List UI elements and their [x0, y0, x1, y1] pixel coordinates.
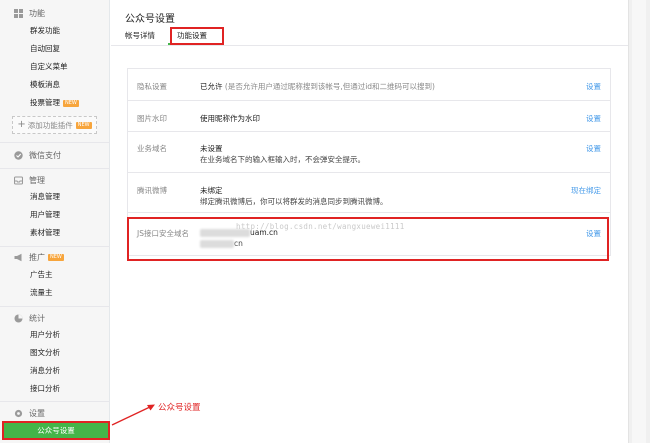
settings-row-business-domain: 业务域名 未设置 在业务域名下的输入框输入时，不会弹安全提示。 设置	[128, 132, 610, 173]
section-settings: 设置	[0, 404, 110, 422]
megaphone-icon	[14, 253, 23, 262]
scrollbar-thumb[interactable]	[632, 0, 646, 443]
settings-row-tencent-weibo: 腾讯微博 未绑定 绑定腾讯微博后，你可以将群发的消息同步到腾讯微博。 现在绑定	[128, 173, 610, 213]
gear-icon	[14, 409, 23, 418]
annotation-label: 公众号设置	[158, 403, 201, 413]
add-plugin-button[interactable]: + 添加功能插件 NEW	[12, 116, 97, 134]
new-badge: NEW	[63, 99, 79, 107]
section-wechat-pay-title: 微信支付	[29, 150, 61, 160]
business-domain-settings-link[interactable]: 设置	[586, 143, 601, 154]
row-value: 未绑定	[200, 186, 223, 195]
section-promote-title: 推广	[29, 252, 45, 262]
add-plugin-label: 添加功能插件	[27, 120, 73, 130]
sidebar-item-template-msg[interactable]: 模板消息	[30, 77, 60, 93]
section-stats-title: 统计	[29, 313, 45, 323]
row-label: 图片水印	[137, 114, 167, 123]
watermark-settings-link[interactable]: 设置	[586, 113, 601, 124]
inbox-icon	[14, 175, 23, 185]
section-settings-title: 设置	[29, 408, 45, 418]
sidebar-item-mass-send[interactable]: 群发功能	[30, 23, 60, 39]
sidebar-item-message-analysis[interactable]: 消息分析	[30, 363, 60, 379]
row-label: 业务域名	[137, 144, 167, 153]
section-manage: 管理	[0, 171, 110, 189]
tab-account-details[interactable]: 帐号详情	[125, 30, 155, 41]
sidebar-item-vote-label: 投票管理	[30, 98, 60, 107]
page-title: 公众号设置	[125, 14, 175, 25]
sidebar-item-advertiser[interactable]: 广告主	[30, 267, 53, 283]
annotation-highlight-box	[127, 217, 609, 261]
section-features: 功能	[0, 4, 110, 22]
pay-icon	[14, 150, 23, 160]
settings-row-privacy: 隐私设置 已允许 (是否允许用户通过昵称搜到该帐号,但通过id和二维码可以搜到)…	[128, 69, 610, 101]
annotation-highlight-box	[170, 27, 224, 45]
sidebar-item-users[interactable]: 用户管理	[30, 207, 60, 223]
pie-chart-icon	[14, 314, 23, 323]
divider	[0, 142, 110, 143]
row-value: 使用昵称作为水印	[200, 114, 260, 123]
sidebar-item-account-settings[interactable]: 公众号设置	[2, 421, 110, 440]
sidebar-item-auto-reply[interactable]: 自动回复	[30, 41, 60, 57]
row-label: 腾讯微博	[137, 186, 167, 195]
section-wechat-pay[interactable]: 微信支付	[0, 146, 110, 164]
row-sub: 在业务域名下的输入框输入时，不会弹安全提示。	[200, 155, 365, 164]
sidebar-item-vote[interactable]: 投票管理 NEW	[30, 95, 79, 111]
grid-icon	[14, 8, 23, 18]
new-badge: NEW	[75, 121, 92, 129]
row-value-desc: (是否允许用户通过昵称搜到该帐号,但通过id和二维码可以搜到)	[224, 82, 435, 91]
privacy-settings-link[interactable]: 设置	[586, 81, 601, 92]
sidebar-item-materials[interactable]: 素材管理	[30, 225, 60, 241]
section-stats: 统计	[0, 309, 110, 327]
section-features-title: 功能	[29, 8, 45, 18]
tabs-divider	[111, 45, 628, 46]
divider	[0, 168, 110, 169]
row-value: 未设置	[200, 144, 223, 153]
divider	[0, 246, 110, 247]
sidebar-item-api-analysis[interactable]: 接口分析	[30, 381, 60, 397]
section-promote: 推广 NEW	[0, 248, 110, 266]
divider	[0, 306, 110, 307]
row-label: 隐私设置	[137, 82, 167, 91]
sidebar: 功能 群发功能 自动回复 自定义菜单 模板消息 投票管理 NEW + 添加功能插件…	[0, 0, 110, 443]
sidebar-item-user-analysis[interactable]: 用户分析	[30, 327, 60, 343]
new-badge: NEW	[48, 253, 64, 261]
divider	[0, 401, 110, 402]
row-sub: 绑定腾讯微博后，你可以将群发的消息同步到腾讯微博。	[200, 197, 388, 206]
row-value-text: 已允许	[200, 82, 223, 91]
sidebar-item-messages[interactable]: 消息管理	[30, 189, 60, 205]
sidebar-item-article-analysis[interactable]: 图文分析	[30, 345, 60, 361]
bind-weibo-link[interactable]: 现在绑定	[571, 185, 601, 196]
settings-row-watermark: 图片水印 使用昵称作为水印 设置	[128, 101, 610, 132]
plus-icon: +	[17, 119, 26, 130]
row-value: 已允许 (是否允许用户通过昵称搜到该帐号,但通过id和二维码可以搜到)	[200, 81, 435, 92]
sidebar-item-custom-menu[interactable]: 自定义菜单	[30, 59, 68, 75]
sidebar-item-traffic-owner[interactable]: 流量主	[30, 285, 53, 301]
annotation-arrow	[111, 404, 155, 426]
section-manage-title: 管理	[29, 175, 45, 185]
